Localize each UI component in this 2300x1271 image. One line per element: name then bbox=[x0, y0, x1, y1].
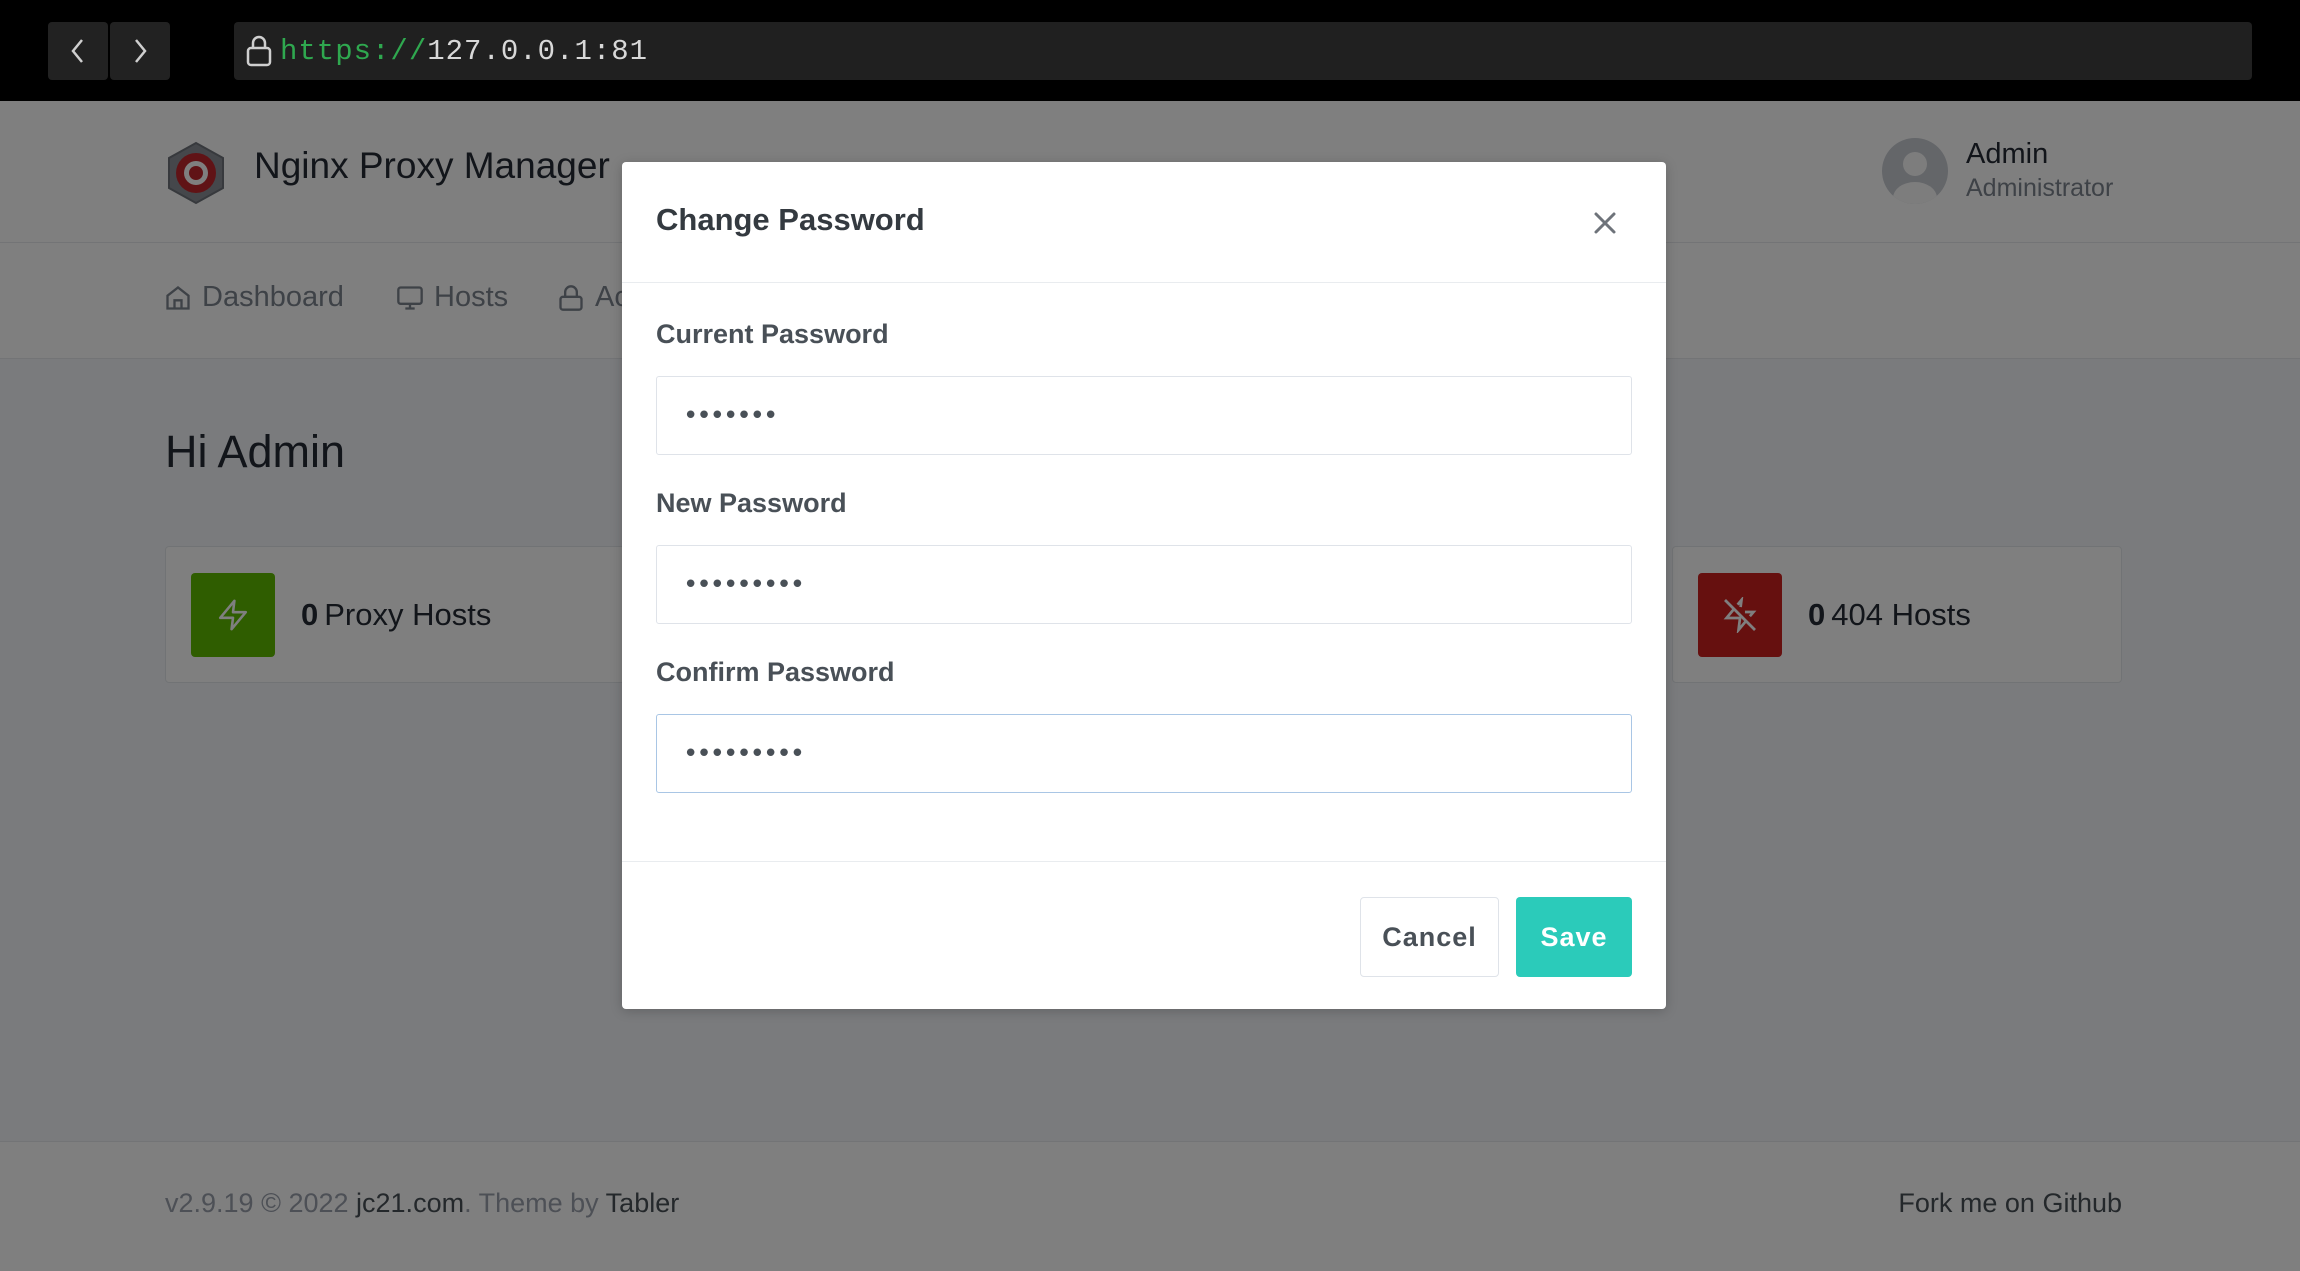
current-password-label: Current Password bbox=[656, 319, 889, 349]
address-bar[interactable]: https://127.0.0.1:81 bbox=[234, 22, 2252, 80]
modal-header: Change Password bbox=[622, 162, 1666, 283]
save-button[interactable]: Save bbox=[1516, 897, 1632, 977]
cancel-button[interactable]: Cancel bbox=[1360, 897, 1499, 977]
browser-back-button[interactable] bbox=[48, 22, 108, 80]
confirm-password-input[interactable] bbox=[656, 714, 1632, 793]
new-password-input[interactable] bbox=[656, 545, 1632, 624]
url-scheme: https:// bbox=[280, 34, 428, 68]
chevron-right-icon bbox=[135, 39, 147, 63]
close-icon bbox=[1594, 212, 1616, 234]
chevron-left-icon bbox=[71, 39, 83, 63]
current-password-input[interactable] bbox=[656, 376, 1632, 455]
url-host: 127.0.0.1:81 bbox=[427, 34, 649, 68]
browser-toolbar: https://127.0.0.1:81 bbox=[0, 0, 2300, 101]
modal-title: Change Password bbox=[656, 202, 925, 237]
change-password-modal: Change Password Current Password New Pas… bbox=[622, 162, 1666, 1009]
confirm-password-label: Confirm Password bbox=[656, 657, 895, 687]
modal-body: Current Password New Password Confirm Pa… bbox=[622, 283, 1666, 861]
url-text: https://127.0.0.1:81 bbox=[280, 35, 648, 68]
new-password-label: New Password bbox=[656, 488, 847, 518]
modal-footer: Cancel Save bbox=[622, 861, 1666, 1009]
browser-forward-button[interactable] bbox=[110, 22, 170, 80]
app-page: Nginx Proxy Manager Admin Administrator … bbox=[0, 101, 2300, 1271]
lock-icon bbox=[246, 35, 272, 67]
close-button[interactable] bbox=[1588, 206, 1622, 240]
